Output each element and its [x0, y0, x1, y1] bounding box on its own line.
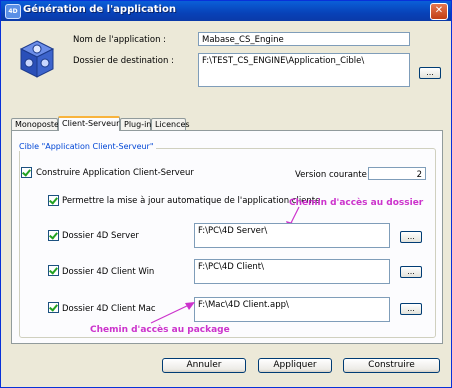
apply-button[interactable]: Appliquer — [258, 358, 332, 373]
package-path-arrow-icon — [150, 302, 195, 324]
application-cube-icon — [19, 40, 55, 78]
tab-client-serveur[interactable]: Client-Serveur — [58, 116, 120, 131]
group-title: Cible "Application Client-Serveur" — [17, 142, 156, 151]
client-mac-path-input[interactable]: F:\Mac\4D Client.app\ — [194, 297, 390, 322]
build-button[interactable]: Construire — [343, 358, 440, 373]
server-checkbox[interactable] — [48, 230, 59, 241]
client-win-label: Dossier 4D Client Win — [62, 267, 155, 277]
version-input[interactable]: 2 — [368, 167, 426, 180]
tab-plug-ins[interactable]: Plug-ins — [120, 118, 156, 130]
build-cs-checkbox[interactable] — [21, 167, 32, 178]
destination-browse-button[interactable]: ... — [419, 67, 441, 79]
client-mac-label: Dossier 4D Client Mac — [62, 304, 156, 314]
client-mac-browse-button[interactable]: ... — [400, 303, 422, 315]
close-icon: ✕ — [434, 5, 444, 16]
tab-monoposte[interactable]: Monoposte — [11, 118, 59, 130]
server-label: Dossier 4D Server — [62, 231, 139, 241]
server-browse-button[interactable]: ... — [400, 231, 422, 243]
version-label: Version courante : — [295, 170, 373, 180]
client-win-browse-button[interactable]: ... — [400, 266, 422, 278]
auto-update-checkbox[interactable] — [48, 195, 59, 206]
client-win-checkbox[interactable] — [48, 265, 59, 276]
client-mac-checkbox[interactable] — [48, 302, 59, 313]
cancel-button[interactable]: Annuler — [162, 358, 246, 373]
window-title: Génération de l'application — [23, 4, 176, 15]
close-button[interactable]: ✕ — [430, 3, 448, 20]
app-name-label: Nom de l'application : — [73, 35, 167, 45]
client-win-path-input[interactable]: F:\PC\4D Client\ — [194, 259, 390, 284]
build-cs-label: Construire Application Client-Serveur — [36, 168, 194, 178]
folder-path-annotation: Chemin d'accès au dossier — [289, 198, 424, 208]
build-application-dialog: 4D Génération de l'application ✕ Nom de … — [0, 0, 452, 388]
app-name-input[interactable]: Mabase_CS_Engine — [198, 32, 410, 46]
destination-input[interactable]: F:\TEST_CS_ENGINE\Application_Cible\ — [198, 53, 410, 87]
title-bar[interactable]: 4D Génération de l'application ✕ — [1, 1, 451, 21]
package-path-annotation: Chemin d'accès au package — [90, 325, 230, 335]
server-path-input[interactable]: F:\PC\4D Server\ — [194, 223, 390, 248]
destination-label: Dossier de destination : — [73, 56, 174, 66]
tab-licences[interactable]: Licences — [151, 118, 190, 130]
4d-logo-icon: 4D — [5, 4, 21, 19]
